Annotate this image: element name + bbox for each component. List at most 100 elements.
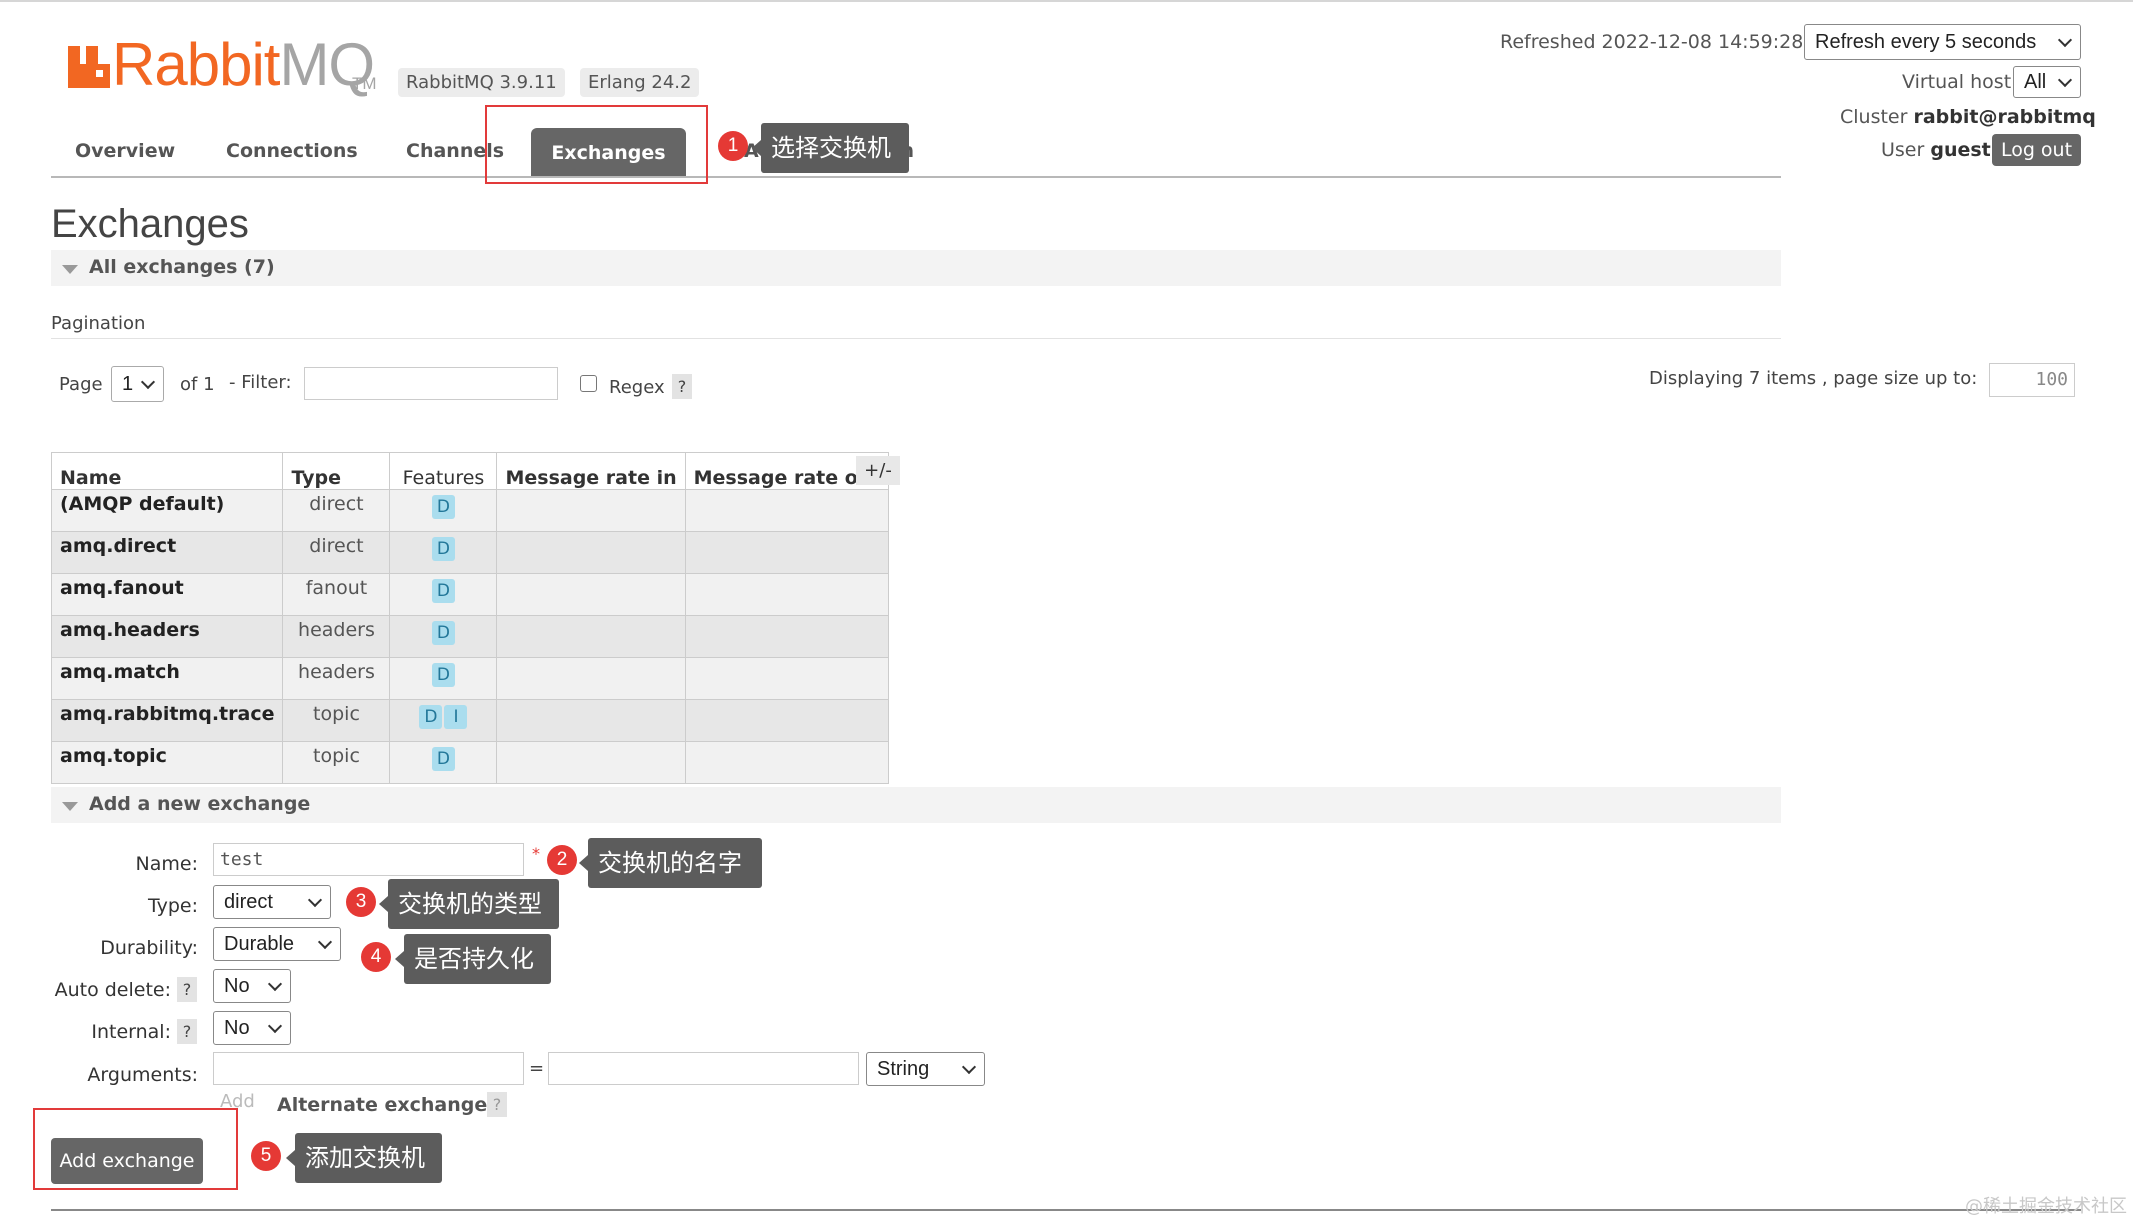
refresh-interval-select[interactable]: Refresh every 5 seconds [1804, 24, 2081, 60]
exchange-type-select[interactable]: direct [213, 885, 331, 919]
filter-input[interactable] [304, 367, 558, 400]
durable-feature-badge: D [431, 663, 455, 687]
durable-feature-badge: D [431, 537, 455, 561]
page-size-input[interactable]: 100 [1989, 363, 2075, 397]
durable-feature-badge: D [431, 621, 455, 645]
table-row[interactable]: amq.rabbitmq.trace topic DI [50, 699, 890, 742]
table-row[interactable]: amq.headers headers D [50, 615, 890, 658]
internal-feature-badge: I [444, 705, 468, 729]
durable-feature-badge: D [431, 495, 455, 519]
exchange-name-link[interactable]: amq.match [50, 657, 284, 700]
alternate-exchange-link[interactable]: Alternate exchange [277, 1094, 487, 1116]
auto-delete-select[interactable]: No [213, 969, 291, 1003]
type-label: Type: [147, 895, 198, 917]
table-row[interactable]: amq.direct direct D [50, 531, 890, 574]
annotation-callout: 交换机的类型 [379, 879, 559, 929]
table-row[interactable]: (AMQP default) direct D [50, 489, 890, 532]
durability-label: Durability: [100, 937, 198, 959]
rabbitmq-version-badge: RabbitMQ 3.9.11 [398, 68, 565, 97]
exchange-features: D [389, 573, 498, 616]
cluster-name: rabbit@rabbitmq [1913, 106, 2096, 128]
annotation-callout: 添加交换机 [286, 1133, 442, 1183]
rate-in-cell [496, 573, 686, 616]
logout-button[interactable]: Log out [1992, 134, 2081, 166]
rate-out-cell [684, 741, 890, 784]
virtual-host-select[interactable]: All [2013, 66, 2081, 98]
table-row[interactable]: amq.fanout fanout D [50, 573, 890, 616]
tab-overview[interactable]: Overview [75, 140, 175, 162]
annotation-highlight-add-button [33, 1108, 238, 1190]
argument-type-value: String [877, 1058, 930, 1080]
exchange-type-value: direct [224, 891, 273, 913]
argument-value-input[interactable] [548, 1052, 859, 1085]
auto-delete-help-button[interactable]: ? [177, 977, 197, 1002]
rabbitmq-logo-icon [68, 46, 110, 88]
exchange-features: D [389, 615, 498, 658]
annotation-number: 3 [346, 887, 376, 917]
exchange-name-input[interactable]: test [213, 843, 524, 876]
rate-out-cell [684, 657, 890, 700]
auto-delete-label: Auto delete: [54, 979, 171, 1001]
user-label: User [1881, 139, 1925, 161]
exchange-features: D [389, 657, 498, 700]
page-select-value: 1 [122, 373, 134, 395]
collapse-triangle-icon [62, 802, 78, 811]
rate-out-cell [684, 531, 890, 574]
annotation-callout: 交换机的名字 [579, 838, 762, 888]
user-info: User guest [1881, 139, 1991, 161]
alternate-exchange-help-button[interactable]: ? [487, 1092, 507, 1117]
arguments-label: Arguments: [87, 1064, 198, 1086]
table-row[interactable]: amq.match headers D [50, 657, 890, 700]
durability-value: Durable [224, 933, 295, 955]
exchange-name-link[interactable]: amq.direct [50, 531, 284, 574]
page-count: of 1 [180, 374, 215, 395]
add-exchange-heading: Add a new exchange [89, 793, 311, 815]
internal-value: No [224, 1017, 250, 1039]
tab-connections[interactable]: Connections [226, 140, 358, 162]
internal-help-button[interactable]: ? [177, 1019, 197, 1044]
annotation-callout: 是否持久化 [395, 934, 551, 984]
exchange-features: D [389, 531, 498, 574]
logo-trademark: TM [352, 74, 377, 93]
table-row[interactable]: amq.topic topic D [50, 741, 890, 784]
cluster-label: Cluster [1840, 106, 1908, 128]
page-title: Exchanges [51, 202, 249, 246]
virtual-host-label: Virtual host [1902, 71, 2012, 93]
column-type[interactable]: Type [282, 452, 391, 490]
columns-toggle-button[interactable]: +/- [856, 456, 900, 485]
regex-checkbox[interactable] [580, 375, 597, 392]
all-exchanges-section-toggle[interactable]: All exchanges (7) [51, 250, 1781, 286]
argument-type-select[interactable]: String [866, 1052, 985, 1086]
page-select[interactable]: 1 [111, 366, 164, 402]
cluster-info: Cluster rabbit@rabbitmq [1840, 106, 2096, 128]
exchange-name-link[interactable]: amq.topic [50, 741, 284, 784]
exchange-features: D [389, 489, 498, 532]
column-name[interactable]: Name [50, 452, 284, 490]
table-header-row: Name Type Features Message rate in Messa… [50, 452, 890, 490]
exchange-name-link[interactable]: (AMQP default) [50, 489, 284, 532]
required-marker: * [532, 844, 540, 863]
user-name: guest [1930, 139, 1991, 161]
exchange-features: D [389, 741, 498, 784]
exchange-name-link[interactable]: amq.headers [50, 615, 284, 658]
auto-delete-value: No [224, 975, 250, 997]
rate-out-cell [684, 573, 890, 616]
exchange-name-link[interactable]: amq.rabbitmq.trace [50, 699, 284, 742]
durable-feature-badge: D [431, 579, 455, 603]
name-label: Name: [135, 853, 198, 875]
pagination-divider [51, 338, 1781, 339]
regex-label: Regex [609, 377, 665, 398]
regex-help-button[interactable]: ? [672, 374, 692, 399]
argument-key-input[interactable] [213, 1052, 524, 1085]
rate-in-cell [496, 531, 686, 574]
durability-select[interactable]: Durable [213, 927, 341, 961]
internal-select[interactable]: No [213, 1011, 291, 1045]
rate-in-cell [496, 741, 686, 784]
top-border [0, 0, 2133, 2]
erlang-version-badge: Erlang 24.2 [580, 68, 700, 97]
column-features: Features [389, 452, 498, 490]
exchange-name-link[interactable]: amq.fanout [50, 573, 284, 616]
exchange-features: DI [389, 699, 498, 742]
column-message-rate-in[interactable]: Message rate in [496, 452, 686, 490]
add-exchange-section-toggle[interactable]: Add a new exchange [51, 787, 1781, 823]
